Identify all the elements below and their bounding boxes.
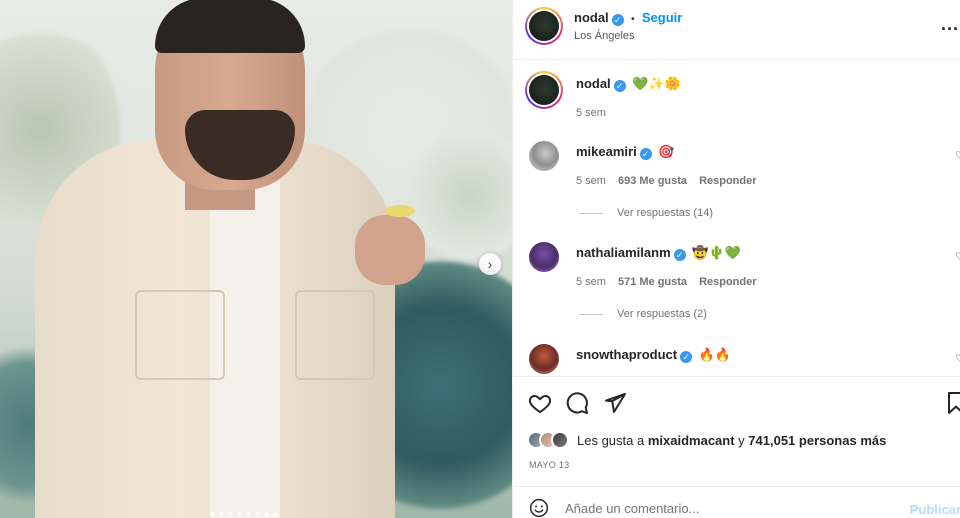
comment-text: 🎯 bbox=[658, 144, 675, 159]
next-photo-button[interactable]: › bbox=[479, 253, 501, 275]
author-avatar[interactable] bbox=[525, 7, 563, 45]
likes-and: y bbox=[738, 432, 745, 448]
post-header: nodal ✓ • Seguir Los Ángeles ... bbox=[513, 0, 960, 60]
comment-likes[interactable]: 693 Me gusta bbox=[618, 175, 687, 187]
view-replies-button[interactable]: Ver respuestas (14) bbox=[579, 207, 713, 219]
likes-summary: Les gusta a mixaidmacant y 741,051 perso… bbox=[527, 431, 886, 449]
comment-avatar[interactable] bbox=[529, 141, 559, 171]
carousel-dot bbox=[246, 512, 251, 517]
comment-username[interactable]: nathaliamilanm bbox=[576, 245, 671, 260]
publish-button[interactable]: Publicar bbox=[910, 502, 960, 517]
comment-username[interactable]: snowthaproduct bbox=[576, 347, 677, 362]
post-actions: Les gusta a mixaidmacant y 741,051 perso… bbox=[513, 376, 960, 486]
view-replies-button[interactable]: Ver respuestas (2) bbox=[579, 308, 707, 320]
verified-badge-icon: ✓ bbox=[613, 80, 626, 92]
send-icon[interactable] bbox=[603, 391, 627, 415]
instagram-post-dialog: › nodal ✓ • Seguir Los Ángeles ... nodal… bbox=[0, 0, 960, 518]
carousel-dot bbox=[264, 512, 269, 517]
carousel-dot bbox=[210, 512, 215, 517]
jacket-pocket-right bbox=[295, 290, 375, 380]
comment-avatar[interactable] bbox=[529, 344, 559, 374]
hand bbox=[355, 215, 425, 285]
view-replies-label: Ver respuestas (2) bbox=[617, 308, 707, 320]
verified-badge-icon: ✓ bbox=[611, 14, 624, 26]
first-liker-link[interactable]: mixaidmacant bbox=[648, 433, 735, 448]
carousel-dot bbox=[255, 512, 260, 517]
caption-username[interactable]: nodal bbox=[576, 76, 611, 91]
comment-avatar[interactable] bbox=[529, 242, 559, 272]
liker-avatars bbox=[527, 431, 569, 449]
photo-subject bbox=[35, 0, 425, 518]
reply-button[interactable]: Responder bbox=[699, 276, 756, 288]
liker-avatar bbox=[551, 431, 569, 449]
chevron-right-icon: › bbox=[487, 256, 493, 272]
carousel-dot bbox=[237, 512, 242, 517]
replies-line bbox=[579, 212, 603, 214]
comment-age: 5 sem bbox=[576, 276, 606, 288]
comment-icon[interactable] bbox=[565, 391, 589, 415]
separator-dot: • bbox=[631, 14, 635, 25]
verified-badge-icon: ✓ bbox=[680, 351, 693, 363]
comment-likes[interactable]: 571 Me gusta bbox=[618, 276, 687, 288]
post-date: MAYO 13 bbox=[529, 460, 570, 470]
heart-icon[interactable] bbox=[528, 391, 552, 415]
caption-text: 💚✨🌼 bbox=[632, 76, 681, 91]
comment-username[interactable]: mikeamiri bbox=[576, 144, 637, 159]
comment-input[interactable] bbox=[565, 501, 865, 516]
likes-count-link[interactable]: 741,051 personas más bbox=[748, 433, 886, 448]
post-side-panel: nodal ✓ • Seguir Los Ángeles ... nodal ✓ 💚… bbox=[512, 0, 960, 518]
post-location[interactable]: Los Ángeles bbox=[574, 30, 635, 42]
likes-prefix: Les gusta a bbox=[577, 432, 645, 448]
author-username[interactable]: nodal bbox=[574, 10, 609, 25]
carousel-dot bbox=[273, 512, 278, 517]
comment-like-icon[interactable]: ♡ bbox=[955, 149, 960, 162]
carousel-dot bbox=[228, 512, 233, 517]
verified-badge-icon: ✓ bbox=[673, 249, 686, 261]
comment-text: 🤠🌵💚 bbox=[692, 245, 741, 260]
verified-badge-icon: ✓ bbox=[639, 148, 652, 160]
comment-like-icon[interactable]: ♡ bbox=[955, 352, 960, 365]
comment-like-icon[interactable]: ♡ bbox=[955, 250, 960, 263]
caption-age: 5 sem bbox=[576, 107, 606, 119]
comments-list[interactable]: nodal✓ 💚✨🌼 5 sem mikeamiri✓ 🎯 ♡ 5 sem693… bbox=[513, 60, 960, 376]
caption-avatar[interactable] bbox=[525, 71, 563, 109]
comment-age: 5 sem bbox=[576, 175, 606, 187]
reply-button[interactable]: Responder bbox=[699, 175, 756, 187]
add-comment-bar: Publicar bbox=[513, 486, 960, 518]
carousel-dot bbox=[219, 512, 224, 517]
more-options-icon: ... bbox=[940, 14, 959, 34]
more-options-button[interactable]: ... bbox=[941, 14, 959, 35]
jacket-pocket-left bbox=[135, 290, 225, 380]
hair bbox=[155, 0, 305, 53]
carousel-indicator bbox=[210, 512, 278, 517]
replies-line bbox=[579, 313, 603, 315]
post-photo: › bbox=[0, 0, 512, 518]
follow-button[interactable]: Seguir bbox=[642, 10, 682, 25]
smile-icon[interactable] bbox=[529, 498, 549, 518]
view-replies-label: Ver respuestas (14) bbox=[617, 207, 713, 219]
bookmark-icon[interactable] bbox=[944, 391, 960, 415]
comment-text: 🔥🔥 bbox=[698, 347, 732, 362]
flower bbox=[385, 205, 415, 217]
